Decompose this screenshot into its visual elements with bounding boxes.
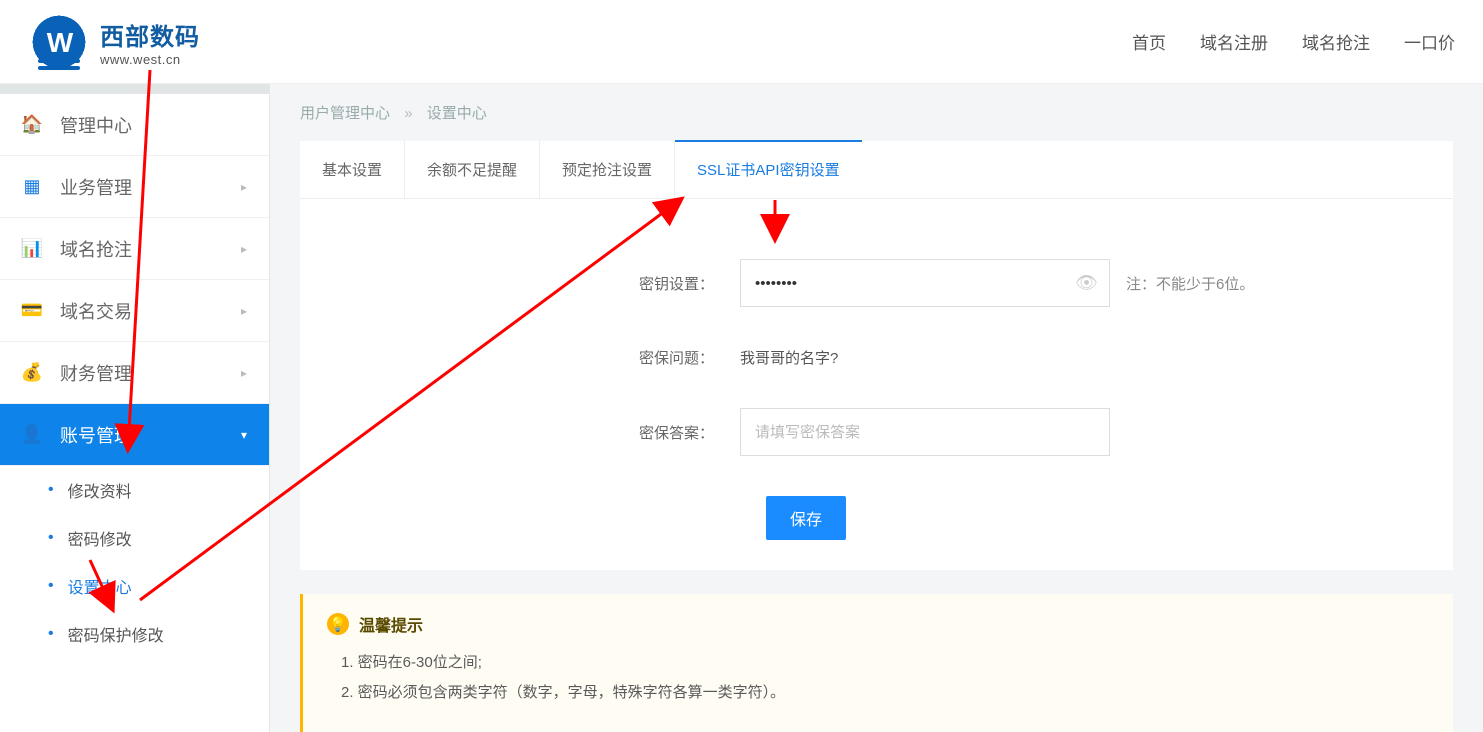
breadcrumb: 用户管理中心 » 设置中心	[270, 84, 1483, 141]
topnav-home[interactable]: 首页	[1132, 29, 1166, 54]
sidebar-item-domain-snatch[interactable]: 📊 域名抢注 ▸	[0, 218, 269, 280]
brand-cn: 西部数码	[100, 17, 200, 52]
idcard-icon: 👤	[22, 425, 42, 445]
api-key-input[interactable]	[740, 259, 1110, 307]
tip-box: 💡 温馨提示 1. 密码在6-30位之间; 2. 密码必须包含两类字符（数字，字…	[300, 594, 1453, 732]
topnav-snatch[interactable]: 域名抢注	[1302, 29, 1370, 54]
sidebar-sub-password-protect[interactable]: 密码保护修改	[0, 610, 269, 658]
breadcrumb-a[interactable]: 用户管理中心	[300, 105, 390, 122]
logo-mark-icon: W	[28, 11, 90, 73]
tab-basic[interactable]: 基本设置	[300, 141, 405, 198]
sidebar-item-label: 业务管理	[60, 174, 132, 200]
form: 密钥设置： 👁 注：不能少于6位。 密保问题： 我哥哥的名字?	[300, 199, 1453, 570]
home-icon: 🏠	[22, 115, 42, 135]
tab-ssl-api[interactable]: SSL证书API密钥设置	[675, 141, 862, 198]
tab-balance[interactable]: 余额不足提醒	[405, 141, 540, 198]
chevron-right-icon: ▸	[241, 242, 247, 256]
breadcrumb-b: 设置中心	[427, 105, 487, 122]
security-answer-input[interactable]	[740, 408, 1110, 456]
sidebar-item-domain-trade[interactable]: 💳 域名交易 ▸	[0, 280, 269, 342]
sidebar-item-label: 域名交易	[60, 298, 132, 324]
sidebar-item-finance[interactable]: 💰 财务管理 ▸	[0, 342, 269, 404]
topnav-fixed[interactable]: 一口价	[1404, 29, 1455, 54]
chevron-right-icon: ▸	[241, 304, 247, 318]
sidebar: 🏠 管理中心 ▦ 业务管理 ▸ 📊 域名抢注 ▸ 💳 域名交易 ▸ 💰 财务管理…	[0, 84, 270, 732]
bulb-icon: 💡	[327, 613, 349, 635]
tabs: 基本设置 余额不足提醒 预定抢注设置 SSL证书API密钥设置	[300, 141, 1453, 199]
tip-item: 1. 密码在6-30位之间;	[341, 648, 1429, 678]
top-header: W 西部数码 www.west.cn 首页 域名注册 域名抢注 一口价	[0, 0, 1483, 84]
brand-logo[interactable]: W 西部数码 www.west.cn	[28, 11, 200, 73]
tab-presnatch[interactable]: 预定抢注设置	[540, 141, 675, 198]
topnav-reg[interactable]: 域名注册	[1200, 29, 1268, 54]
question-label: 密保问题：	[360, 347, 740, 368]
card-icon: 💳	[22, 301, 42, 321]
chevron-right-icon: ▸	[241, 366, 247, 380]
sidebar-item-label: 账号管理	[60, 422, 132, 448]
bars-icon: 📊	[22, 239, 42, 259]
brand-text: 西部数码 www.west.cn	[100, 17, 200, 67]
sidebar-item-dashboard[interactable]: 🏠 管理中心	[0, 94, 269, 156]
wallet-icon: 💰	[22, 363, 42, 383]
answer-label: 密保答案：	[360, 422, 740, 443]
key-label: 密钥设置：	[360, 273, 740, 294]
top-nav: 首页 域名注册 域名抢注 一口价	[1132, 29, 1455, 54]
settings-panel: 基本设置 余额不足提醒 预定抢注设置 SSL证书API密钥设置 密钥设置： 👁 …	[300, 141, 1453, 570]
eye-icon[interactable]: 👁	[1075, 273, 1098, 294]
sidebar-item-label: 财务管理	[60, 360, 132, 386]
key-hint: 注：不能少于6位。	[1126, 273, 1254, 294]
sidebar-sub-change-password[interactable]: 密码修改	[0, 514, 269, 562]
sidebar-item-account[interactable]: 👤 账号管理 ▾	[0, 404, 269, 466]
breadcrumb-sep-icon: »	[404, 105, 412, 122]
tip-title: 温馨提示	[359, 612, 423, 636]
chevron-down-icon: ▾	[241, 428, 247, 442]
grid-icon: ▦	[22, 177, 42, 197]
main-content: 用户管理中心 » 设置中心 基本设置 余额不足提醒 预定抢注设置 SSL证书AP…	[270, 84, 1483, 732]
sidebar-item-business[interactable]: ▦ 业务管理 ▸	[0, 156, 269, 218]
sidebar-sub-settings-center[interactable]: 设置中心	[0, 562, 269, 610]
security-question-value: 我哥哥的名字?	[740, 347, 838, 368]
sidebar-item-label: 域名抢注	[60, 236, 132, 262]
brand-en: www.west.cn	[100, 52, 200, 67]
save-button[interactable]: 保存	[766, 496, 846, 540]
sidebar-item-label: 管理中心	[60, 112, 132, 138]
chevron-right-icon: ▸	[241, 180, 247, 194]
sidebar-sub-edit-profile[interactable]: 修改资料	[0, 466, 269, 514]
